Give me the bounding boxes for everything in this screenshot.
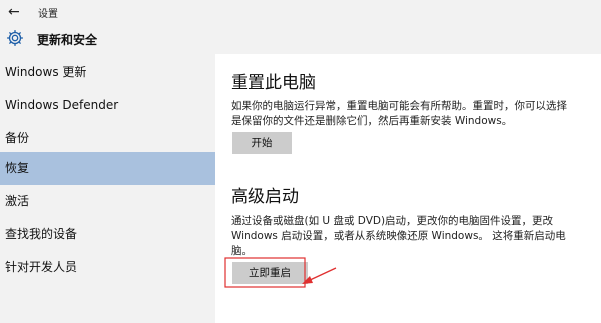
sidebar-item-recovery[interactable]: 恢复 xyxy=(0,152,215,185)
reset-start-button[interactable]: 开始 xyxy=(232,132,292,154)
gear-icon xyxy=(7,30,23,46)
sidebar-item-backup[interactable]: 备份 xyxy=(0,122,215,155)
page-header: 更新和安全 xyxy=(0,26,215,54)
title-bar: ← 设置 xyxy=(0,0,601,26)
back-arrow-icon[interactable]: ← xyxy=(8,3,20,21)
reset-section-description: 如果你的电脑运行异常，重置电脑可能会有所帮助。重置时，你可以选择是保留你的文件还… xyxy=(231,100,567,127)
page-title: 更新和安全 xyxy=(37,33,98,47)
sidebar-item-windows-update[interactable]: Windows 更新 xyxy=(0,56,215,89)
window-title: 设置 xyxy=(38,9,58,20)
restart-now-button[interactable]: 立即重启 xyxy=(232,262,308,284)
reset-section-title: 重置此电脑 xyxy=(231,73,316,93)
sidebar-item-windows-defender[interactable]: Windows Defender xyxy=(0,89,215,122)
content-pane: 重置此电脑 如果你的电脑运行异常，重置电脑可能会有所帮助。重置时，你可以选择是保… xyxy=(215,54,601,323)
sidebar-item-find-my-device[interactable]: 查找我的设备 xyxy=(0,218,215,251)
sidebar: Windows 更新 Windows Defender 备份 恢复 激活 查找我… xyxy=(0,54,215,323)
advanced-startup-title: 高级启动 xyxy=(231,187,299,207)
sidebar-item-for-developers[interactable]: 针对开发人员 xyxy=(0,251,215,284)
sidebar-item-activation[interactable]: 激活 xyxy=(0,185,215,218)
advanced-startup-description: 通过设备或磁盘(如 U 盘或 DVD)启动，更改你的电脑固件设置，更改 Wind… xyxy=(231,215,566,257)
